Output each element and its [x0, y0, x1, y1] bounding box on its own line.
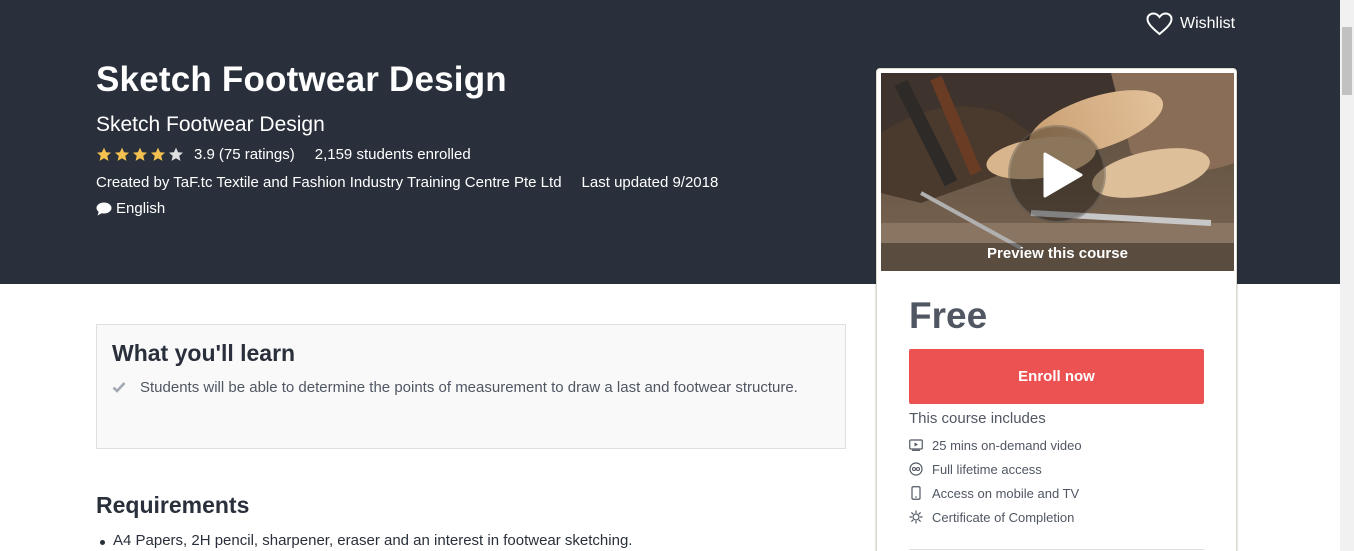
wishlist-label: Wishlist [1180, 15, 1236, 32]
last-updated: Last updated 9/2018 [581, 174, 719, 191]
learn-item: Students will be able to determine the p… [112, 377, 812, 398]
students-enrolled: 2,159 students enrolled [314, 146, 471, 163]
certificate-icon [909, 510, 923, 524]
rating-row: 3.9 (75 ratings) 2,159 students enrolled [96, 146, 471, 163]
includes-item: Access on mobile and TV [909, 481, 1082, 505]
bullet [100, 540, 105, 545]
what-you-learn-box: What you'll learn Students will be able … [96, 324, 846, 449]
requirement-text: A4 Papers, 2H pencil, sharpener, eraser … [113, 532, 633, 549]
includes-title: This course includes [909, 410, 1046, 427]
includes-list: 25 mins on-demand video Full lifetime ac… [909, 433, 1082, 529]
includes-label: Certificate of Completion [932, 509, 1075, 525]
enroll-now-button[interactable]: Enroll now [909, 349, 1204, 404]
includes-label: Access on mobile and TV [932, 485, 1080, 501]
includes-item: Certificate of Completion [909, 505, 1082, 529]
check-icon [112, 377, 126, 398]
created-row: Created by TaF.tc Textile and Fashion In… [96, 174, 718, 191]
requirements-title: Requirements [96, 492, 250, 518]
learn-title: What you'll learn [112, 340, 296, 366]
rating-value: 3.9 [194, 146, 215, 163]
scrollbar-thumb[interactable] [1342, 27, 1352, 95]
purchase-sidebar: Preview this course Free Enroll now This… [876, 68, 1237, 551]
language: English [116, 200, 166, 217]
play-button[interactable] [1008, 125, 1106, 223]
page-scrollbar[interactable] [1340, 0, 1354, 551]
course-subtitle: Sketch Footwear Design [96, 113, 325, 136]
rating-stars [96, 147, 184, 162]
created-by[interactable]: Created by TaF.tc Textile and Fashion In… [96, 174, 562, 191]
heart-icon [1146, 12, 1173, 36]
learn-item-text: Students will be able to determine the p… [140, 379, 798, 396]
video-icon [909, 439, 923, 451]
infinity-icon [909, 462, 923, 476]
mobile-icon [909, 486, 923, 500]
star-icon [150, 147, 166, 161]
comment-icon [96, 202, 112, 215]
rating-count: (75 ratings) [218, 146, 295, 163]
wishlist-button[interactable]: Wishlist [1146, 12, 1235, 36]
divider [909, 549, 1204, 550]
course-title: Sketch Footwear Design [96, 60, 507, 99]
includes-label: 25 mins on-demand video [932, 437, 1082, 453]
language-row: English [96, 200, 165, 217]
play-icon [1043, 152, 1083, 198]
preview-label: Preview this course [987, 245, 1128, 262]
course-price: Free [909, 295, 988, 336]
course-preview[interactable]: Preview this course [881, 73, 1234, 271]
star-icon [132, 147, 148, 161]
includes-item: Full lifetime access [909, 457, 1082, 481]
includes-label: Full lifetime access [932, 461, 1042, 477]
star-icon [96, 147, 112, 161]
includes-item: 25 mins on-demand video [909, 433, 1082, 457]
requirement-item: A4 Papers, 2H pencil, sharpener, eraser … [100, 532, 632, 549]
star-icon [114, 147, 130, 161]
requirements-list: A4 Papers, 2H pencil, sharpener, eraser … [100, 532, 632, 549]
star-empty-icon [168, 147, 184, 161]
